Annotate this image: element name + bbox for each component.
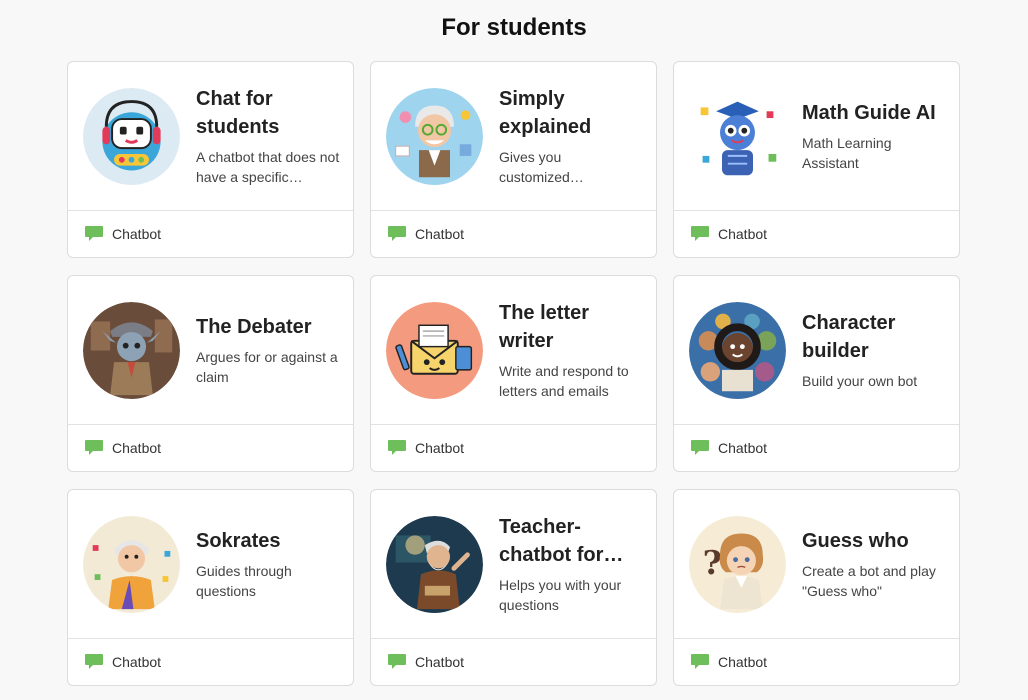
card-tag: Chatbot — [112, 654, 162, 670]
card-tag: Chatbot — [718, 654, 768, 670]
card-description: Write and respond to letters and emails — [499, 363, 629, 399]
debater-avatar — [83, 301, 180, 399]
card-footer: Chatbot — [674, 425, 959, 471]
card-text: Character builder Build your own bot — [802, 309, 947, 391]
robot-headset-avatar — [83, 87, 180, 185]
chat-bubble-icon — [388, 440, 406, 455]
card-tag: Chatbot — [415, 226, 465, 242]
card-body: Simply explained Gives you customized… — [371, 62, 656, 211]
bot-card-character-builder[interactable]: Character builder Build your own bot Cha… — [673, 275, 960, 472]
card-footer: Chatbot — [371, 211, 656, 257]
card-description: Build your own bot — [802, 373, 918, 389]
chat-bubble-icon — [85, 226, 103, 241]
card-description: Helps you with your questions — [499, 577, 622, 613]
card-text: Sokrates Guides through questions — [196, 527, 341, 601]
card-title: Chat for students — [196, 88, 280, 138]
chat-bubble-icon — [691, 654, 709, 669]
bot-card-chat-for-students[interactable]: Chat for students A chatbot that does no… — [67, 61, 354, 258]
page-heading: For students — [441, 14, 587, 41]
sokrates-avatar — [83, 515, 180, 613]
bot-card-math-guide-ai[interactable]: Math Guide AI Math Learning Assistant Ch… — [673, 61, 960, 258]
card-body: The Debater Argues for or against a clai… — [68, 276, 353, 425]
guess-who-avatar: ? — [689, 515, 786, 613]
card-tag: Chatbot — [718, 226, 768, 242]
card-tag: Chatbot — [415, 654, 465, 670]
card-body: Chat for students A chatbot that does no… — [68, 62, 353, 211]
card-description: Math Learning Assistant — [802, 135, 892, 171]
card-title: Simply explained — [499, 88, 592, 138]
bot-grid: Chat for students A chatbot that does no… — [67, 61, 960, 686]
card-text: Math Guide AI Math Learning Assistant — [802, 99, 947, 173]
card-footer: Chatbot — [68, 639, 353, 685]
card-title: Guess who — [802, 530, 909, 552]
card-title: The Debater — [196, 316, 312, 338]
envelope-character-avatar — [386, 301, 483, 399]
card-footer: Chatbot — [674, 211, 959, 257]
card-text: Simply explained Gives you customized… — [499, 85, 644, 187]
bot-card-the-letter-writer[interactable]: The letter writer Write and respond to l… — [370, 275, 657, 472]
chat-bubble-icon — [85, 654, 103, 669]
chat-bubble-icon — [388, 226, 406, 241]
card-text: The Debater Argues for or against a clai… — [196, 313, 341, 387]
card-description: Create a bot and play "Guess who" — [802, 563, 936, 599]
bot-card-simply-explained[interactable]: Simply explained Gives you customized… C… — [370, 61, 657, 258]
bot-card-guess-who[interactable]: ? Guess who Create a bot and play "Guess… — [673, 489, 960, 686]
professor-avatar — [386, 87, 483, 185]
card-title: Teacher-chatbot for… — [499, 516, 624, 566]
card-title: The letter writer — [499, 302, 590, 352]
card-body: Teacher-chatbot for… Helps you with your… — [371, 490, 656, 639]
card-footer: Chatbot — [674, 639, 959, 685]
card-description: Gives you customized… — [499, 149, 584, 185]
card-body: Character builder Build your own bot — [674, 276, 959, 425]
card-text: The letter writer Write and respond to l… — [499, 299, 644, 401]
card-body: Math Guide AI Math Learning Assistant — [674, 62, 959, 211]
card-title: Math Guide AI — [802, 102, 936, 124]
bot-card-teacher-chatbot[interactable]: Teacher-chatbot for… Helps you with your… — [370, 489, 657, 686]
card-tag: Chatbot — [415, 440, 465, 456]
math-robot-avatar — [689, 87, 786, 185]
card-body: Sokrates Guides through questions — [68, 490, 353, 639]
card-title: Sokrates — [196, 530, 281, 552]
svg-text:?: ? — [703, 543, 722, 582]
card-footer: Chatbot — [68, 425, 353, 471]
characters-collage-avatar — [689, 301, 786, 399]
page: For students Chat for students A chatbot… — [0, 0, 1028, 700]
card-footer: Chatbot — [371, 425, 656, 471]
card-description: A chatbot that does not have a specific… — [196, 149, 340, 185]
card-text: Teacher-chatbot for… Helps you with your… — [499, 513, 644, 615]
teacher-avatar — [386, 515, 483, 613]
card-body: The letter writer Write and respond to l… — [371, 276, 656, 425]
card-body: ? Guess who Create a bot and play "Guess… — [674, 490, 959, 639]
card-text: Guess who Create a bot and play "Guess w… — [802, 527, 947, 601]
card-tag: Chatbot — [112, 440, 162, 456]
card-footer: Chatbot — [68, 211, 353, 257]
card-footer: Chatbot — [371, 639, 656, 685]
chat-bubble-icon — [85, 440, 103, 455]
chat-bubble-icon — [691, 440, 709, 455]
card-description: Guides through questions — [196, 563, 292, 599]
chat-bubble-icon — [691, 226, 709, 241]
card-title: Character builder — [802, 312, 896, 362]
card-text: Chat for students A chatbot that does no… — [196, 85, 341, 187]
card-tag: Chatbot — [112, 226, 162, 242]
card-tag: Chatbot — [718, 440, 768, 456]
bot-card-sokrates[interactable]: Sokrates Guides through questions Chatbo… — [67, 489, 354, 686]
bot-card-the-debater[interactable]: The Debater Argues for or against a clai… — [67, 275, 354, 472]
chat-bubble-icon — [388, 654, 406, 669]
card-description: Argues for or against a claim — [196, 349, 338, 385]
